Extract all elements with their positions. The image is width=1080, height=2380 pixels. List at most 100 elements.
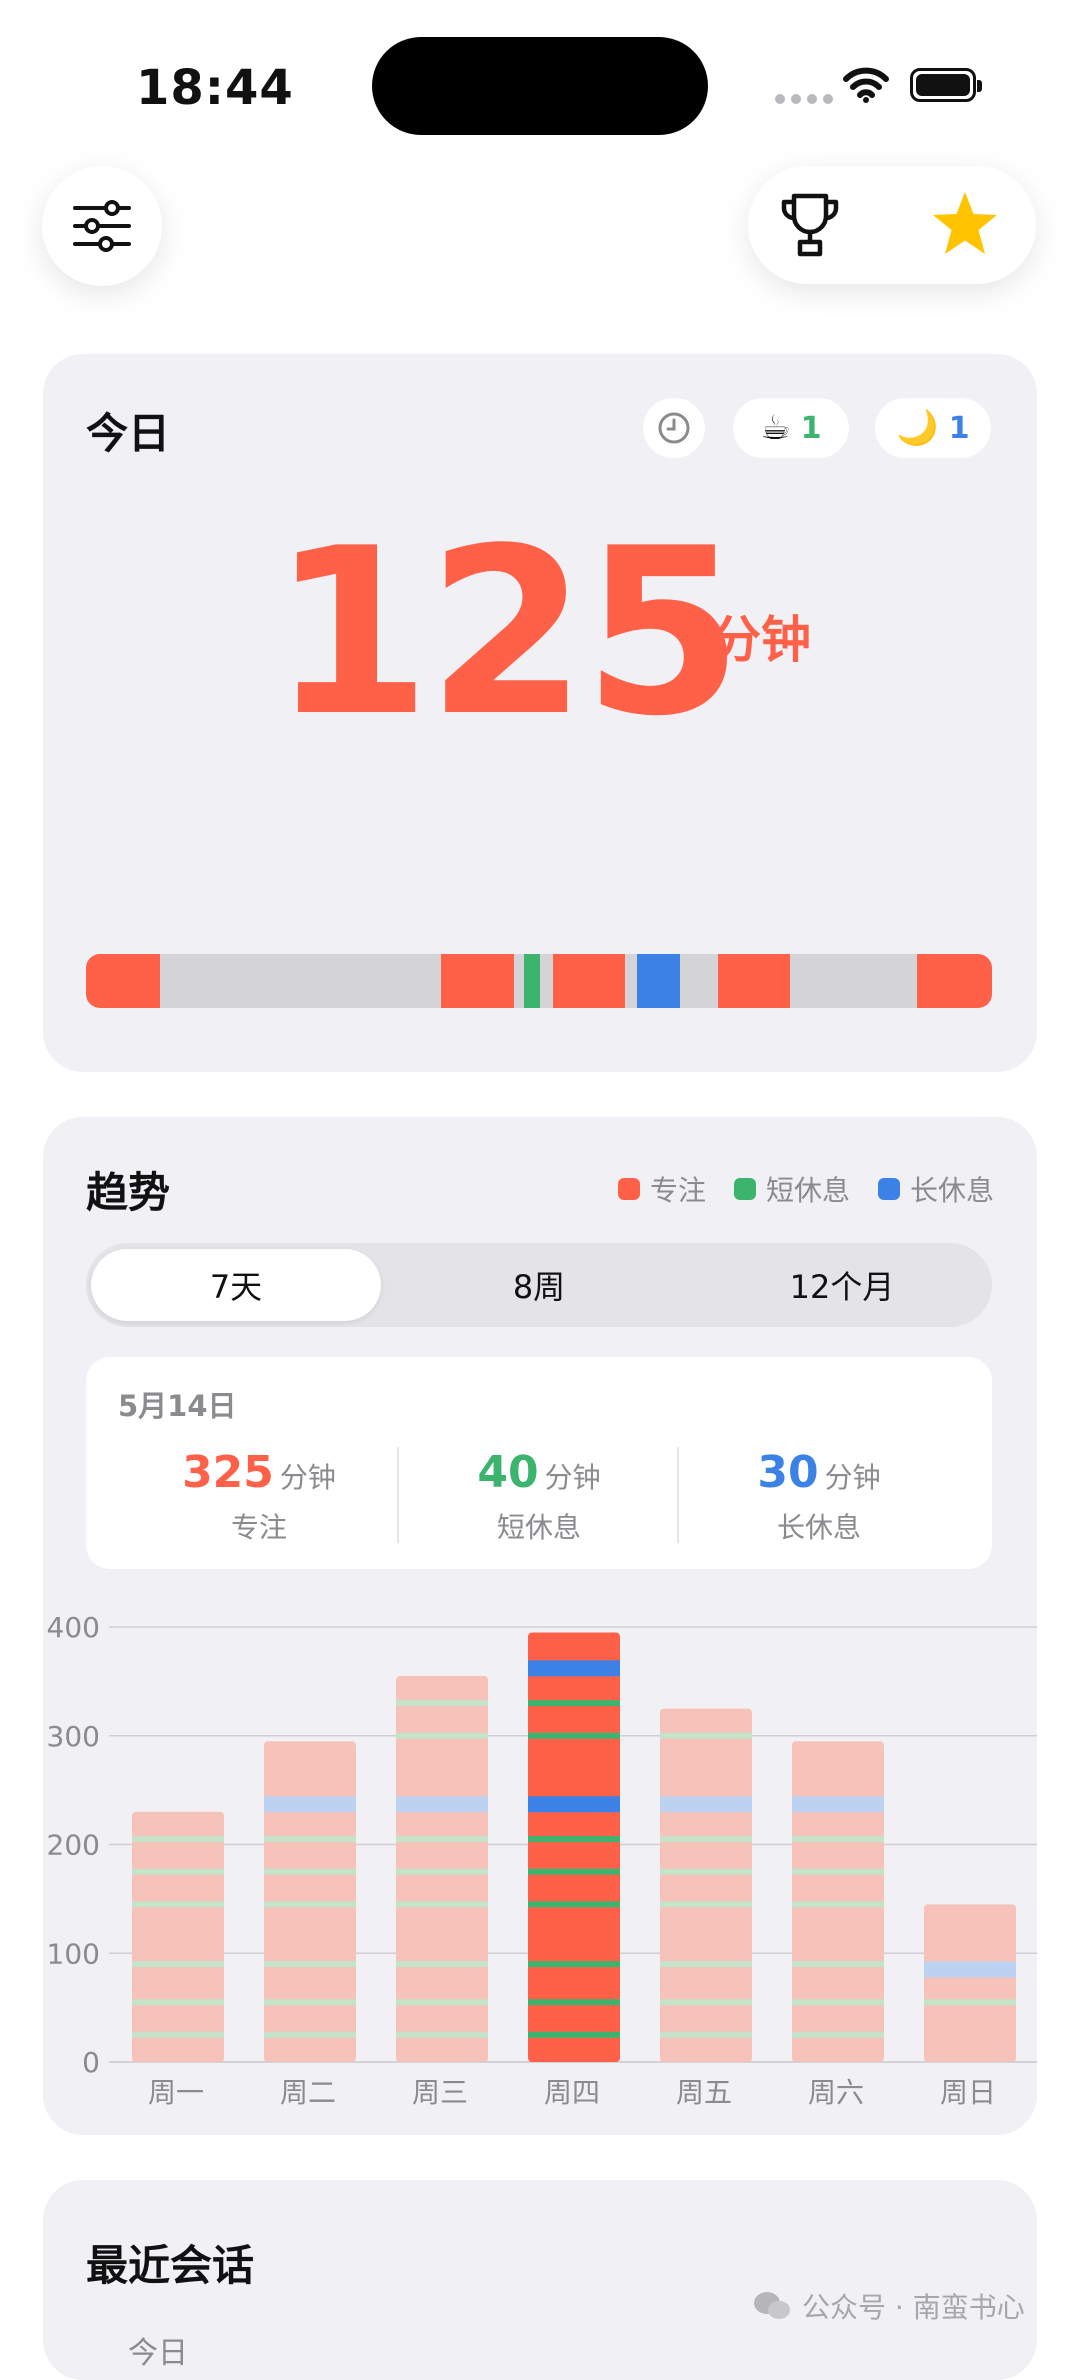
bar-short-break-mark [528,1901,620,1908]
bar-short-break-mark [132,1901,224,1908]
timeline-segment-long-break [636,954,681,1008]
detail-focus-label: 专注 [230,1511,287,1544]
bar-5[interactable] [660,1708,752,2062]
x-tick-label: 周五 [676,2076,732,2109]
bar-6[interactable] [792,1741,884,2062]
y-tick-label: 100 [47,1937,100,1970]
trend-title: 趋势 [86,1168,171,1217]
detail-focus: 325 分钟 专注 [119,1447,399,1546]
bar-short-break-mark [264,1999,356,2006]
bar-long-break-mark [792,1796,884,1813]
x-tick-label: 周二 [280,2076,336,2109]
trend-card: 趋势 专注 短休息 长休息 7天 8周 12个月 5月14日 325 分钟 专注 … [43,1117,1037,2135]
recent-group-label: 今日 [128,2336,188,2371]
bar-short-break-mark [792,1836,884,1843]
watermark: 公众号 · 南蛮书心 [752,2286,1025,2326]
bar-1[interactable] [132,1811,224,2062]
bar-short-break-mark [396,1732,488,1739]
short-break-count: 1 [800,410,822,446]
range-segmented-control: 7天 8周 12个月 [86,1243,992,1327]
bar-short-break-mark [396,1999,488,2006]
bar-long-break-mark [528,1660,620,1677]
x-tick-label: 周六 [808,2076,864,2109]
tab-7-days[interactable]: 7天 [91,1249,381,1321]
bar-short-break-mark [792,1868,884,1875]
recent-sessions-card: 最近会话 今日 [43,2180,1037,2380]
detail-short-break: 40 分钟 短休息 [399,1447,679,1546]
bar-long-break-mark [924,1961,1016,1978]
long-break-badge[interactable]: 🌙 1 [875,398,991,458]
y-tick-label: 200 [47,1829,100,1862]
short-break-badge[interactable]: ☕ 1 [733,398,849,458]
bar-short-break-mark [660,1961,752,1968]
bar-short-break-mark [396,1961,488,1968]
bar-short-break-mark [528,1868,620,1875]
bar-short-break-mark [924,1999,1016,2006]
bar-short-break-mark [792,1961,884,1968]
detail-focus-unit: 分钟 [279,1461,336,1494]
trophy-icon[interactable] [780,192,840,258]
timeline-segment-focus [718,954,790,1008]
bar-short-break-mark [528,1700,620,1707]
today-total-minutes: 125 [271,500,743,767]
bar-short-break-mark [792,1901,884,1908]
detail-short-value: 40 [477,1447,539,1498]
bar-short-break-mark [528,1999,620,2006]
bar-short-break-mark [528,1836,620,1843]
detail-long-break: 30 分钟 长休息 [679,1447,959,1546]
bar-long-break-mark [528,1796,620,1813]
moon-icon: 🌙 [896,408,939,448]
bar-long-break-mark [396,1796,488,1813]
star-icon[interactable] [930,190,1000,258]
bar-focus [132,1811,224,2062]
tab-8-weeks[interactable]: 8周 [394,1249,684,1321]
cellular-signal-icon [775,94,833,104]
y-tick-label: 300 [47,1720,100,1753]
tab-12-months[interactable]: 12个月 [697,1249,987,1321]
long-break-count: 1 [948,410,970,446]
recent-title: 最近会话 [86,2241,255,2290]
bar-short-break-mark [792,2031,884,2038]
status-time: 18:44 [136,60,294,116]
detail-long-label: 长休息 [776,1511,861,1544]
clock-icon [658,412,690,444]
trend-bar-chart[interactable]: 0 100 200 300 400 周一 周二 周三 周四 周五 周六 周日 [43,1587,1037,2127]
x-tick-label: 周一 [148,2076,204,2109]
bar-focus [528,1632,620,2062]
sliders-icon [73,200,131,252]
bar-2[interactable] [264,1741,356,2062]
bar-short-break-mark [396,1836,488,1843]
bar-short-break-mark [132,1836,224,1843]
bar-short-break-mark [660,1999,752,2006]
bar-short-break-mark [660,1732,752,1739]
bar-short-break-mark [396,1868,488,1875]
bar-short-break-mark [264,1901,356,1908]
bar-short-break-mark [792,1999,884,2006]
history-button[interactable] [643,398,705,458]
bar-short-break-mark [660,1868,752,1875]
timeline-segment-focus [553,954,626,1008]
bar-short-break-mark [132,1868,224,1875]
bar-short-break-mark [132,1961,224,1968]
legend-focus: 专注 [617,1169,706,1209]
bar-short-break-mark [396,1901,488,1908]
bar-short-break-mark [264,1836,356,1843]
bar-short-break-mark [660,1901,752,1908]
bar-short-break-mark [264,1961,356,1968]
detail-short-label: 短休息 [496,1511,581,1544]
timeline-segment-short-break [523,954,540,1008]
coffee-icon: ☕ [760,408,791,448]
x-tick-label: 周四 [544,2076,600,2109]
chart-legend: 专注 短休息 长休息 [617,1169,994,1209]
y-tick-label: 0 [82,2046,100,2079]
bar-4[interactable] [528,1632,620,2062]
detail-long-value: 30 [757,1447,819,1498]
bar-3[interactable] [396,1675,488,2062]
bar-focus [660,1708,752,2062]
bar-short-break-mark [528,1732,620,1739]
x-tick-label: 周日 [940,2076,996,2109]
settings-button[interactable] [42,166,162,286]
bar-7[interactable] [924,1904,1016,2062]
bar-short-break-mark [132,1999,224,2006]
timeline-segment-focus [916,954,992,1008]
